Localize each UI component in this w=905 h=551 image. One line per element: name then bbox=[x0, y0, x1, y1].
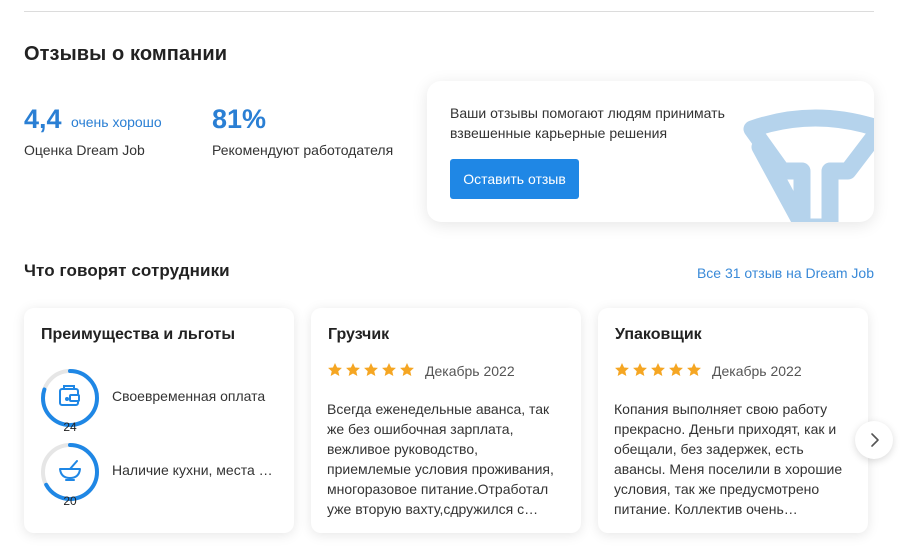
review-card[interactable]: Упаковщик Декабрь 2022 Копания выполняет… bbox=[598, 308, 868, 533]
benefit-label: Наличие кухни, места для приема пищи bbox=[112, 462, 277, 478]
benefits-title: Преимущества и льготы bbox=[41, 326, 236, 343]
review-text: Всегда еженедельные аванса, так же без о… bbox=[327, 401, 554, 517]
company-reviews-title: Отзывы о компании bbox=[24, 43, 228, 65]
star-rating bbox=[327, 362, 415, 378]
benefit-item[interactable]: 20 Наличие кухни, места для приема пищи bbox=[40, 442, 285, 508]
leave-review-button[interactable]: Оставить отзыв bbox=[450, 159, 579, 199]
star-icon bbox=[400, 363, 414, 376]
all-reviews-link[interactable]: Все 31 отзыв на Dream Job bbox=[697, 265, 874, 281]
chevron-right-icon bbox=[871, 433, 879, 447]
rating-label: очень хорошо bbox=[71, 114, 162, 130]
benefit-count: 24 bbox=[63, 420, 77, 434]
wallet-icon bbox=[59, 385, 80, 406]
dreamjob-logo-icon bbox=[743, 109, 874, 222]
star-icon bbox=[687, 363, 701, 376]
carousel-next-button[interactable] bbox=[855, 421, 893, 459]
recommend-caption: Рекомендуют работодателя bbox=[212, 142, 394, 158]
review-title: Упаковщик bbox=[615, 326, 702, 343]
star-icon bbox=[669, 363, 683, 376]
top-divider bbox=[24, 11, 874, 12]
review-date: Декабрь 2022 bbox=[712, 363, 802, 379]
review-text: Копания выполняет свою работу прекрасно.… bbox=[614, 401, 843, 517]
star-icon bbox=[615, 363, 629, 376]
review-title: Грузчик bbox=[328, 326, 390, 343]
star-icon bbox=[364, 363, 378, 376]
star-rating bbox=[614, 362, 702, 378]
rating-caption: Оценка Dream Job bbox=[24, 142, 145, 158]
benefits-card: Преимущества и льготы 24 Своевременная о… bbox=[24, 308, 294, 533]
recommend-value: 81% bbox=[212, 104, 267, 134]
leave-review-promo: Ваши отзывы помогают людям принимать взв… bbox=[427, 81, 874, 222]
star-icon bbox=[346, 363, 360, 376]
benefit-item[interactable]: 24 Своевременная оплата bbox=[40, 368, 285, 434]
star-icon bbox=[382, 363, 396, 376]
review-date: Декабрь 2022 bbox=[425, 363, 515, 379]
review-card[interactable]: Грузчик Декабрь 2022 Всегда еженедельные… bbox=[311, 308, 581, 533]
star-icon bbox=[651, 363, 665, 376]
rating-value: 4,4 bbox=[24, 104, 62, 134]
star-icon bbox=[633, 363, 647, 376]
promo-text: Ваши отзывы помогают людям принимать взв… bbox=[450, 105, 725, 141]
employees-say-title: Что говорят сотрудники bbox=[24, 261, 230, 280]
benefit-label: Своевременная оплата bbox=[112, 388, 266, 404]
bowl-icon bbox=[59, 460, 81, 481]
star-icon bbox=[328, 363, 342, 376]
benefit-count: 20 bbox=[63, 494, 77, 508]
